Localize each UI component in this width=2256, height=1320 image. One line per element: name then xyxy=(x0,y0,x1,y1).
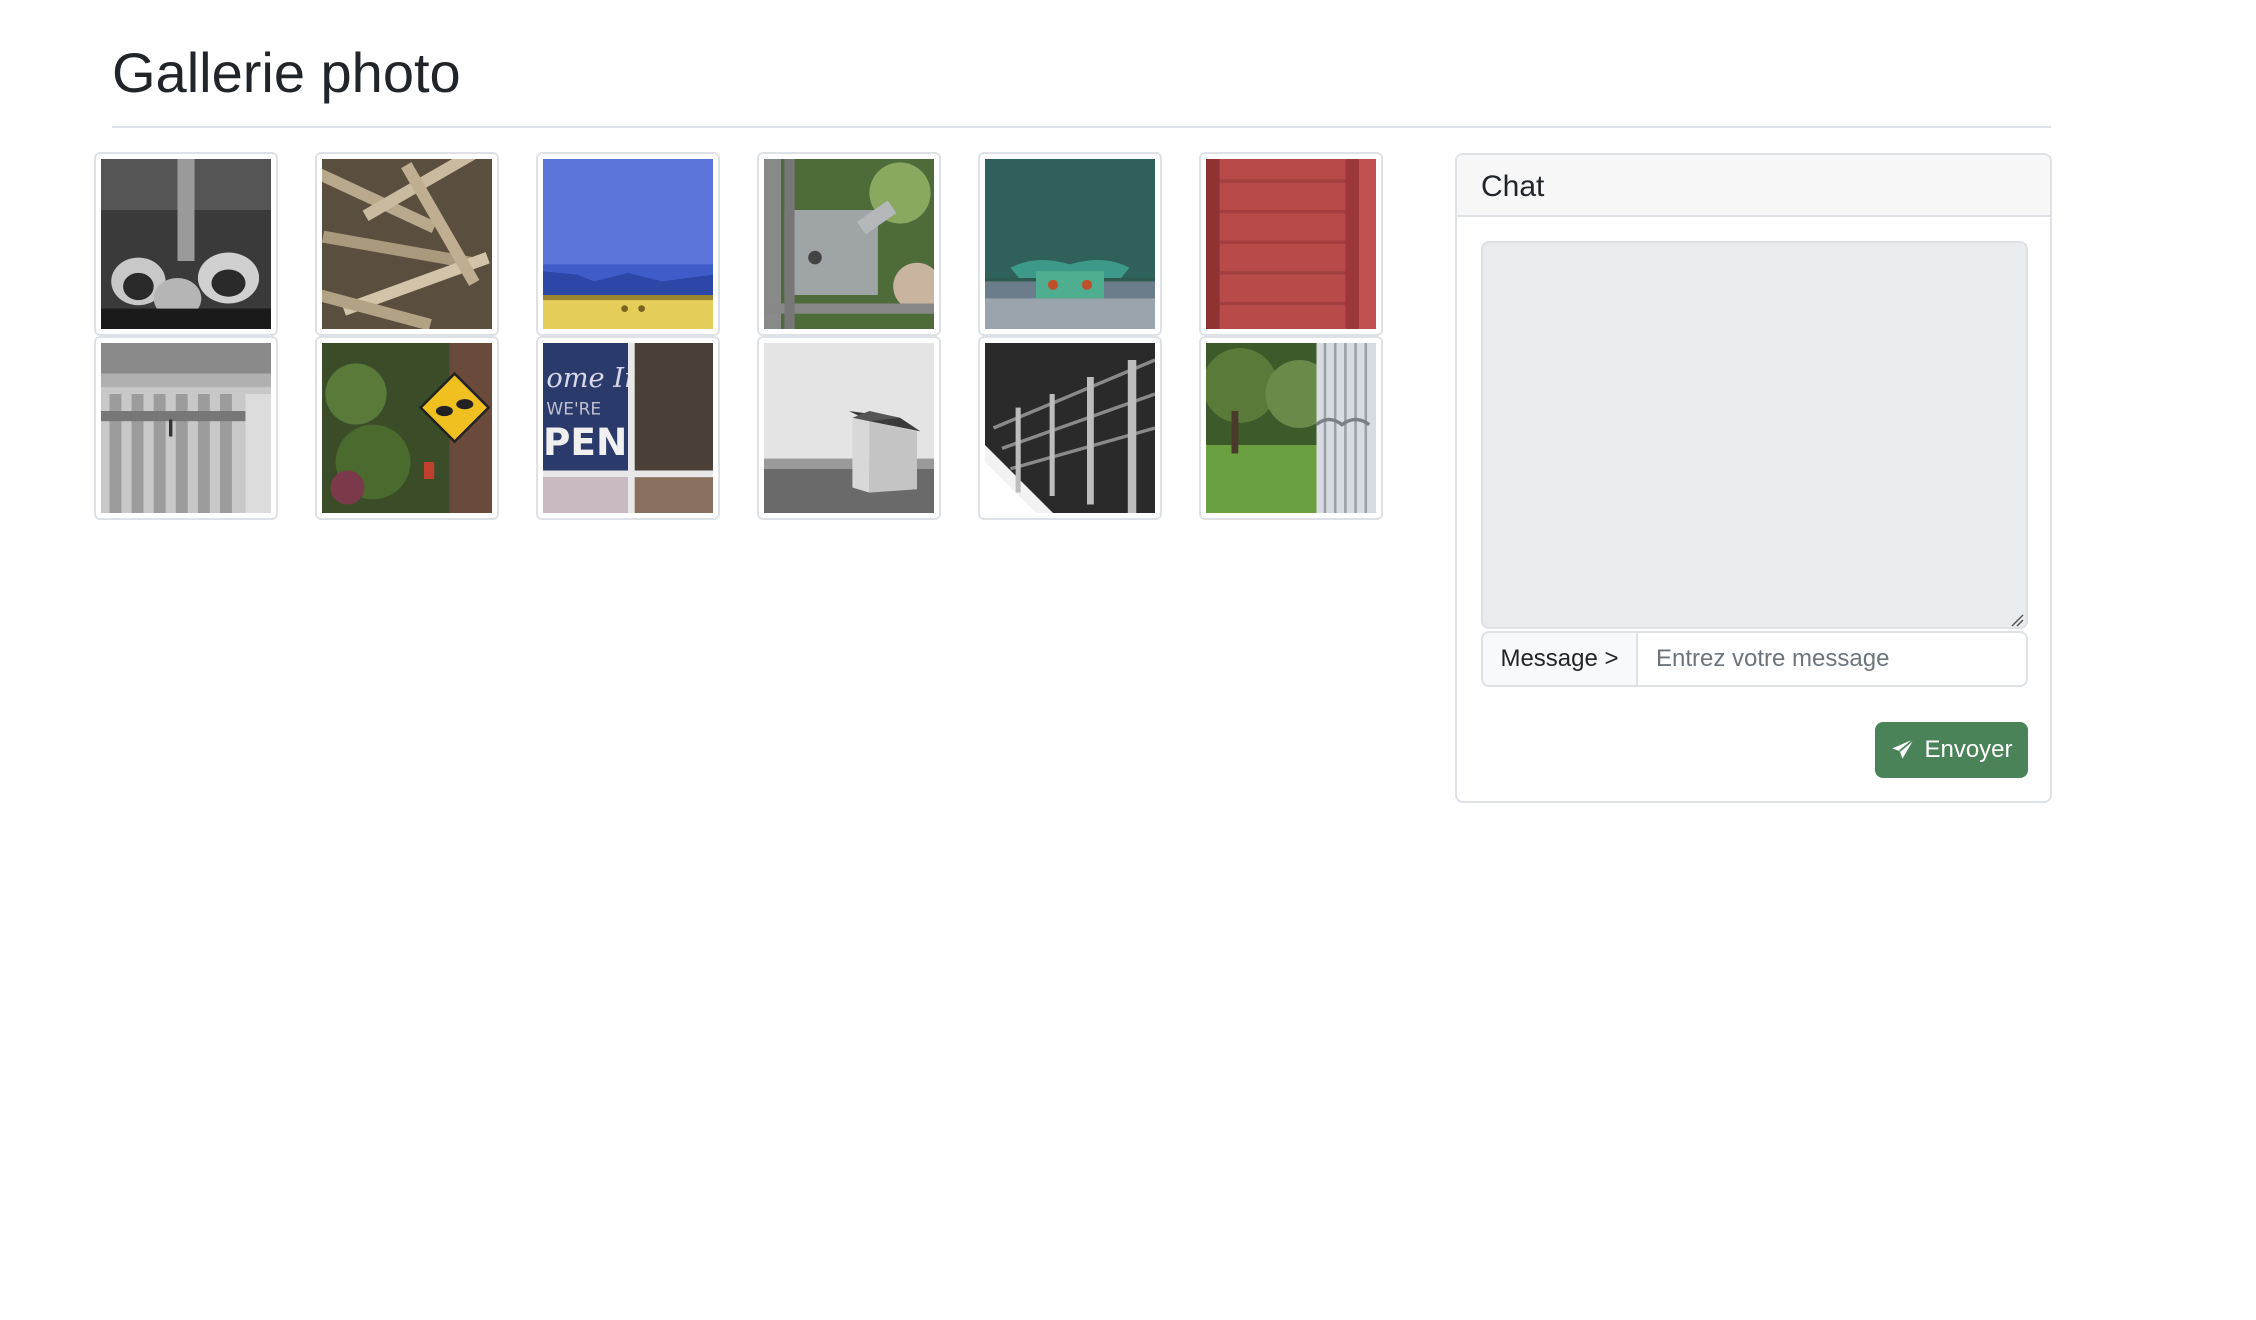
photo-wooden-bench xyxy=(101,343,271,513)
gallery-thumbnail-12[interactable] xyxy=(1199,336,1383,520)
title-divider xyxy=(112,126,2051,128)
gallery-thumbnail-3[interactable] xyxy=(536,152,720,336)
gallery-thumbnail-5[interactable] xyxy=(978,152,1162,336)
page: Gallerie photo ome In WE'RE PEN Chat Mes… xyxy=(0,0,2256,1320)
svg-text:ome In: ome In xyxy=(546,363,641,394)
photo-wood-sticks xyxy=(322,159,492,329)
photo-boat-cleat xyxy=(985,159,1155,329)
resize-grip-icon[interactable] xyxy=(2008,611,2024,627)
photo-metal-parts-bw xyxy=(101,159,271,329)
photo-gallery: ome In WE'RE PEN xyxy=(94,152,1404,528)
gallery-thumbnail-10[interactable] xyxy=(757,336,941,520)
send-button[interactable]: Envoyer xyxy=(1875,722,2028,778)
photo-snowy-fence xyxy=(985,343,1155,513)
page-title: Gallerie photo xyxy=(112,41,461,104)
message-label: Message > xyxy=(1481,631,1636,687)
chat-title: Chat xyxy=(1481,170,1545,203)
send-button-label: Envoyer xyxy=(1924,736,2013,763)
chat-header: Chat xyxy=(1457,155,2050,217)
gallery-thumbnail-2[interactable] xyxy=(315,152,499,336)
gallery-thumbnail-8[interactable] xyxy=(315,336,499,520)
photo-red-shutter xyxy=(1206,159,1376,329)
photo-garden-gate xyxy=(1206,343,1376,513)
chat-panel: Chat Message > Envoyer xyxy=(1455,153,2052,803)
photo-open-sign-window: ome In WE'RE PEN xyxy=(543,343,713,513)
photo-beach-hut xyxy=(764,343,934,513)
gallery-thumbnail-6[interactable] xyxy=(1199,152,1383,336)
message-input-group: Message > xyxy=(1481,631,2028,687)
photo-blue-sky-yellow-structure xyxy=(543,159,713,329)
svg-text:WE'RE: WE'RE xyxy=(546,399,601,419)
photo-gate-latch xyxy=(764,159,934,329)
paper-plane-icon xyxy=(1890,737,1916,763)
gallery-thumbnail-1[interactable] xyxy=(94,152,278,336)
gallery-thumbnail-4[interactable] xyxy=(757,152,941,336)
svg-text:PEN: PEN xyxy=(543,420,627,464)
gallery-thumbnail-11[interactable] xyxy=(978,336,1162,520)
gallery-thumbnail-7[interactable] xyxy=(94,336,278,520)
gallery-thumbnail-9[interactable]: ome In WE'RE PEN xyxy=(536,336,720,520)
message-input[interactable] xyxy=(1636,631,2028,687)
photo-rabbit-crossing-sign xyxy=(322,343,492,513)
chat-log[interactable] xyxy=(1481,241,2028,629)
